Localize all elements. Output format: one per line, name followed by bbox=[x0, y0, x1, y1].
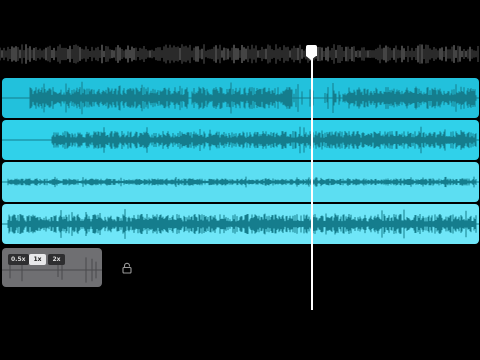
waveform-3 bbox=[2, 176, 479, 188]
lock-icon[interactable] bbox=[121, 262, 133, 274]
waveform-1 bbox=[2, 81, 479, 115]
audio-track-4[interactable] bbox=[2, 204, 479, 244]
waveform-4 bbox=[2, 209, 479, 239]
tracks-area bbox=[0, 0, 480, 360]
playhead-line bbox=[311, 50, 313, 310]
speed-option-2x[interactable]: 2x bbox=[48, 254, 65, 265]
speed-option-1x[interactable]: 1x bbox=[29, 254, 46, 265]
speed-panel: 0.5x 1x 2x bbox=[2, 248, 102, 287]
playhead-handle-icon[interactable] bbox=[306, 45, 317, 60]
waveform-2 bbox=[2, 126, 479, 154]
audio-track-3[interactable] bbox=[2, 162, 479, 202]
speed-option-0-5x[interactable]: 0.5x bbox=[8, 254, 29, 265]
audio-track-2[interactable] bbox=[2, 120, 479, 160]
audio-track-1[interactable] bbox=[2, 78, 479, 118]
